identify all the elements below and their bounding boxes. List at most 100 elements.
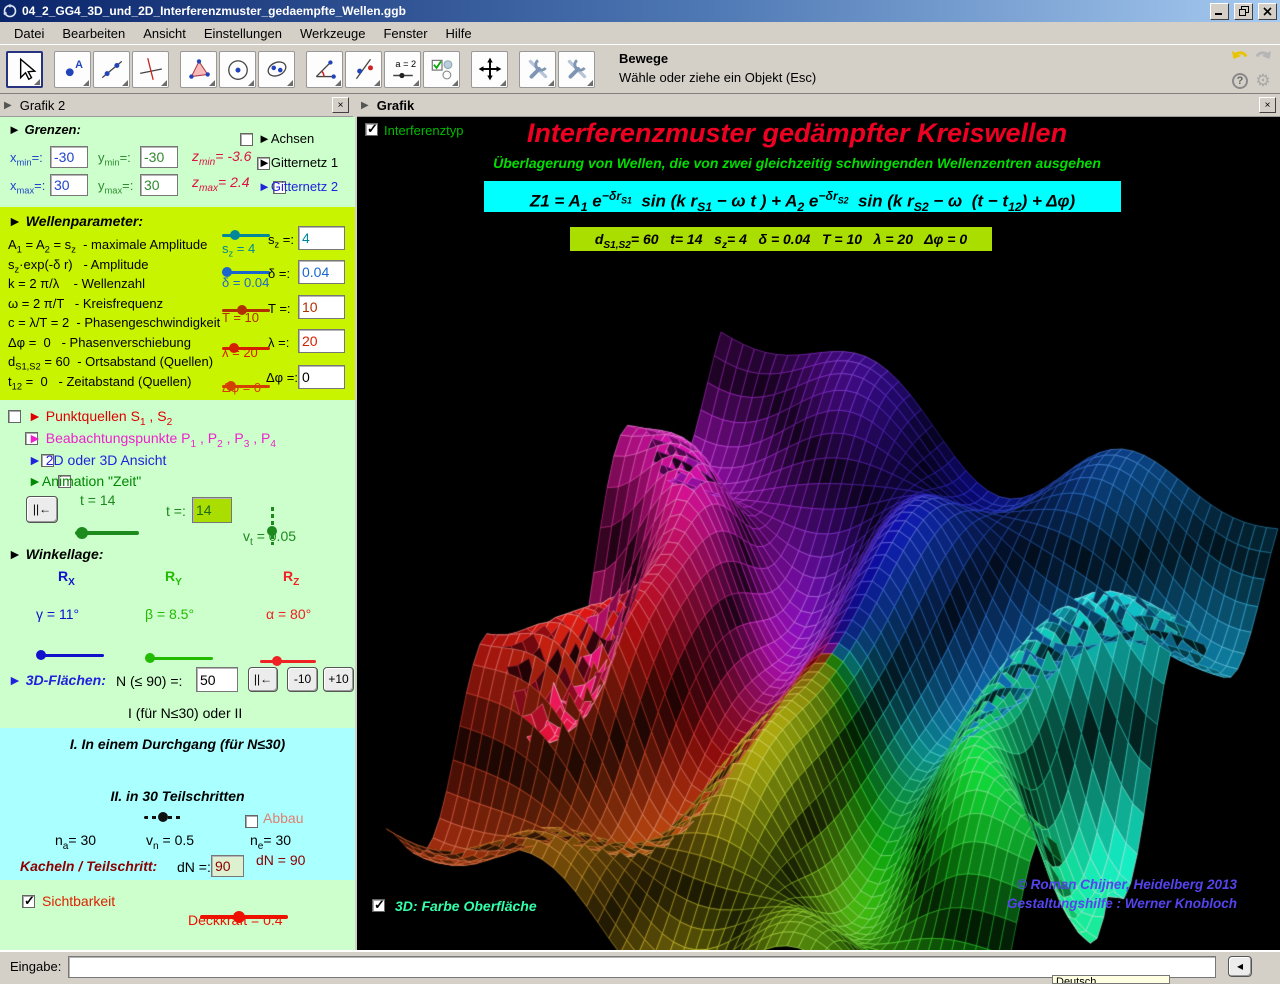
menu-einstellungen[interactable]: Einstellungen bbox=[195, 24, 291, 43]
tool-point-button[interactable]: A bbox=[54, 51, 91, 88]
wellenparameter-title: ► Wellenparameter: bbox=[8, 213, 143, 229]
grafik-close-button[interactable]: × bbox=[1259, 97, 1276, 113]
time-input[interactable] bbox=[192, 497, 232, 523]
grafik-header[interactable]: ▶ Grafik × bbox=[357, 94, 1280, 117]
rx-slider[interactable] bbox=[38, 654, 104, 657]
vn-slider[interactable] bbox=[144, 816, 182, 819]
n-input[interactable] bbox=[196, 667, 238, 692]
tool-circle-button[interactable] bbox=[219, 51, 256, 88]
panel-collapse-icon[interactable]: ▶ bbox=[4, 100, 12, 111]
ymin-label: ymin=: bbox=[98, 150, 131, 168]
eingabe-label: Eingabe: bbox=[10, 959, 61, 974]
n-label: N (≤ 90) =: bbox=[116, 673, 182, 689]
settings-button[interactable]: ⚙ bbox=[1253, 71, 1273, 91]
redo-button[interactable] bbox=[1253, 47, 1273, 67]
menu-werkzeuge[interactable]: Werkzeuge bbox=[291, 24, 375, 43]
move-cursor-icon bbox=[12, 56, 38, 82]
n-minus10-button[interactable]: -10 bbox=[287, 667, 318, 692]
minimize-button[interactable] bbox=[1210, 3, 1229, 20]
rx-label: RX bbox=[58, 568, 75, 588]
dn-slider-label: dN = 90 bbox=[256, 852, 305, 868]
restore-button[interactable] bbox=[1234, 3, 1253, 20]
gitternetz2-label: ►Gitternetz 2 bbox=[258, 179, 338, 194]
lambda-slider-label: λ = 20 bbox=[222, 345, 258, 360]
ymax-input[interactable] bbox=[140, 174, 178, 196]
panel-collapse-icon[interactable]: ▶ bbox=[361, 100, 369, 111]
deckkraft-label: Deckkraft = 0.4 bbox=[188, 912, 283, 928]
credits: © Roman Chijner, Heidelberg 2013 Gestalt… bbox=[917, 875, 1237, 913]
active-tool-description: Wähle oder ziehe ein Objekt (Esc) bbox=[619, 69, 816, 88]
time-pause-button[interactable]: ||← bbox=[26, 496, 58, 523]
rz-slider[interactable] bbox=[260, 660, 316, 663]
tool-conic-button[interactable] bbox=[258, 51, 295, 88]
sichtbarkeit-label: Sichtbarkeit bbox=[42, 893, 115, 909]
dphi-input[interactable] bbox=[298, 365, 345, 389]
time-slider-knob[interactable] bbox=[76, 527, 88, 539]
T-input[interactable] bbox=[298, 295, 345, 319]
lambda-input[interactable] bbox=[298, 329, 345, 353]
xmax-label: xmax=: bbox=[10, 178, 45, 196]
farbe-oberflaeche-checkbox[interactable] bbox=[372, 899, 385, 912]
abbau-checkbox[interactable] bbox=[245, 815, 258, 828]
durchgang-heading1: I. In einem Durchgang (für N≤30) bbox=[0, 736, 355, 752]
tool-custom-2-button[interactable] bbox=[558, 51, 595, 88]
vn-slider-knob[interactable] bbox=[158, 812, 168, 822]
time-slider[interactable] bbox=[75, 531, 139, 535]
eingabe-input[interactable] bbox=[68, 956, 1216, 978]
grafik-title: Grafik bbox=[377, 98, 415, 113]
punktquellen-checkbox[interactable] bbox=[8, 410, 21, 423]
delta-slider[interactable] bbox=[222, 271, 270, 274]
tool-slider-button[interactable]: a = 2 bbox=[384, 51, 421, 88]
sz-input[interactable] bbox=[298, 226, 345, 250]
menu-fenster[interactable]: Fenster bbox=[374, 24, 436, 43]
rz-label: RZ bbox=[283, 568, 299, 588]
tool-move-button[interactable] bbox=[6, 51, 43, 88]
credit-line-2: Gestaltungshilfe : Werner Knobloch bbox=[917, 894, 1237, 913]
tool-polygon-button[interactable] bbox=[180, 51, 217, 88]
dn-input-label: dN =: bbox=[177, 859, 211, 875]
help-button[interactable]: ? bbox=[1230, 71, 1250, 91]
vn-value: vn = 0.5 bbox=[146, 832, 194, 852]
menu-hilfe[interactable]: Hilfe bbox=[437, 24, 481, 43]
grafik2-close-button[interactable]: × bbox=[332, 97, 349, 113]
xmin-input[interactable] bbox=[50, 146, 88, 168]
triangle-left-icon: ◂ bbox=[1237, 959, 1243, 973]
tool-perpendicular-line-button[interactable] bbox=[132, 51, 169, 88]
ry-slider[interactable] bbox=[147, 657, 213, 660]
achsen-checkbox[interactable] bbox=[240, 133, 253, 146]
input-options-button[interactable]: ◂ bbox=[1228, 956, 1252, 977]
rz-slider-knob[interactable] bbox=[272, 656, 282, 666]
menu-ansicht[interactable]: Ansicht bbox=[134, 24, 195, 43]
n-reset-button[interactable]: ||← bbox=[248, 667, 278, 692]
dn-input[interactable] bbox=[211, 855, 244, 877]
tool-angle-button[interactable] bbox=[306, 51, 343, 88]
tool-reflect-button[interactable] bbox=[345, 51, 382, 88]
svg-text:A: A bbox=[75, 59, 83, 71]
geogebra-window: 04_2_GG4_3D_und_2D_Interferenzmuster_ged… bbox=[0, 0, 1280, 984]
rx-slider-knob[interactable] bbox=[36, 650, 46, 660]
delta-input[interactable] bbox=[298, 260, 345, 284]
wellen-line: dS1,S2 = 60 - Ortsabstand (Quellen) bbox=[8, 354, 213, 372]
restore-icon bbox=[1239, 6, 1249, 16]
grafik2-header[interactable]: ▶ Grafik 2 × bbox=[0, 94, 353, 117]
tool-custom-1-button[interactable] bbox=[519, 51, 556, 88]
ymin-input[interactable] bbox=[140, 146, 178, 168]
sz-slider[interactable] bbox=[222, 234, 270, 237]
interferenztyp-checkbox[interactable] bbox=[365, 123, 378, 136]
sz-slider-knob[interactable] bbox=[230, 230, 240, 240]
wellen-line: A1 = A2 = sz - maximale Amplitude bbox=[8, 237, 207, 255]
close-button[interactable] bbox=[1258, 3, 1277, 20]
xmax-input[interactable] bbox=[50, 174, 88, 196]
angle-icon bbox=[312, 56, 338, 82]
menu-bearbeiten[interactable]: Bearbeiten bbox=[53, 24, 134, 43]
menu-datei[interactable]: Datei bbox=[5, 24, 53, 43]
wellen-line: sz·exp(-δ r) - Amplitude bbox=[8, 257, 149, 275]
graphics-view[interactable]: Interferenztyp Interferenzmuster gedämpf… bbox=[357, 117, 1280, 950]
undo-button[interactable] bbox=[1230, 47, 1250, 67]
tool-translate-view-button[interactable] bbox=[471, 51, 508, 88]
sichtbarkeit-checkbox[interactable] bbox=[22, 895, 35, 908]
n-plus10-button[interactable]: +10 bbox=[323, 667, 354, 692]
tool-line-button[interactable] bbox=[93, 51, 130, 88]
ry-slider-knob[interactable] bbox=[145, 653, 155, 663]
tool-checkbox-button[interactable] bbox=[423, 51, 460, 88]
